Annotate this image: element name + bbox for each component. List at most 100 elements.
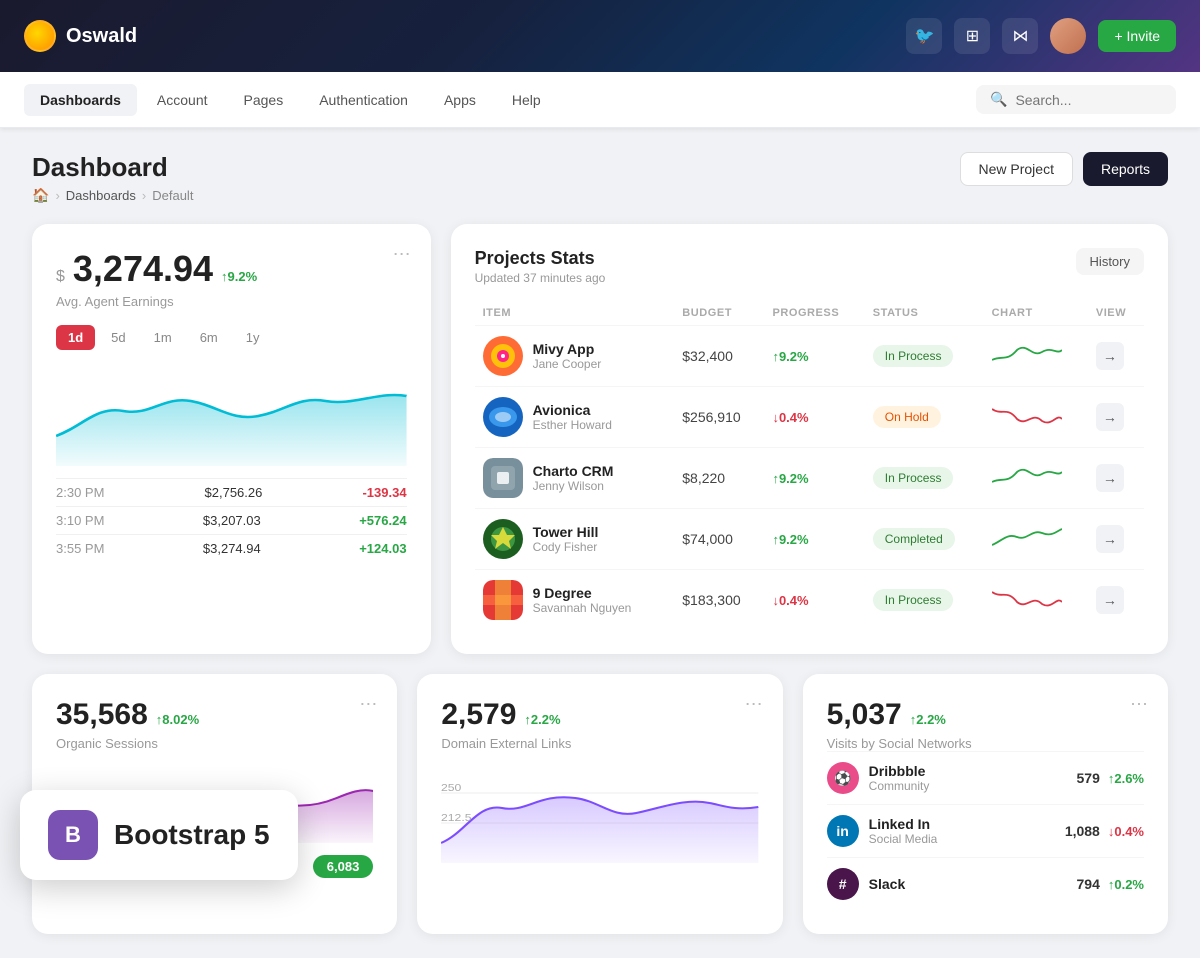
breadcrumb-sep-1: › <box>55 188 59 203</box>
social-badge: ↑2.2% <box>910 712 946 727</box>
nav-item-help[interactable]: Help <box>496 84 557 116</box>
mask-icon[interactable]: 🐦 <box>906 18 942 54</box>
organic-badge: ↑8.02% <box>156 712 199 727</box>
bootstrap-icon: B <box>48 810 98 860</box>
history-button[interactable]: History <box>1076 248 1144 275</box>
page-header-left: Dashboard 🏠 › Dashboards › Default <box>32 152 193 204</box>
nav-item-authentication[interactable]: Authentication <box>303 84 424 116</box>
row-status: In Process <box>865 448 984 509</box>
table-row: Avionica Esther Howard $256,910 ↓0.4% On… <box>475 387 1144 448</box>
external-amount-row: 2,579 ↑2.2% <box>441 698 758 732</box>
view-button[interactable]: → <box>1096 403 1124 431</box>
view-button[interactable]: → <box>1096 525 1124 553</box>
social-row-linkedin: in Linked In Social Media 1,088 ↓0.4% <box>827 804 1144 857</box>
view-button[interactable]: → <box>1096 342 1124 370</box>
social-info: Slack <box>869 876 906 892</box>
page-header: Dashboard 🏠 › Dashboards › Default New P… <box>32 152 1168 204</box>
project-item: Avionica Esther Howard <box>483 397 667 437</box>
row-status: On Hold <box>865 387 984 448</box>
avatar-image <box>1050 18 1086 54</box>
svg-text:250: 250 <box>441 783 461 794</box>
row-view[interactable]: → <box>1088 326 1144 387</box>
filter-6m[interactable]: 6m <box>188 325 230 350</box>
projects-title-area: Projects Stats Updated 37 minutes ago <box>475 248 606 285</box>
col-item: ITEM <box>475 301 675 326</box>
reports-button[interactable]: Reports <box>1083 152 1168 186</box>
row-status: Completed <box>865 509 984 570</box>
home-icon: 🏠 <box>32 187 49 204</box>
projects-table-body: Mivy App Jane Cooper $32,400 ↑9.2% In Pr… <box>475 326 1144 631</box>
social-number: 5,037 <box>827 698 902 732</box>
row-view[interactable]: → <box>1088 387 1144 448</box>
external-label: Domain External Links <box>441 736 758 751</box>
social-menu[interactable]: ⋯ <box>1130 694 1148 715</box>
monitor-icon[interactable]: ⊞ <box>954 18 990 54</box>
organic-label: Organic Sessions <box>56 736 373 751</box>
header-actions: New Project Reports <box>960 152 1169 186</box>
filter-5d[interactable]: 5d <box>99 325 137 350</box>
row-status: In Process <box>865 570 984 631</box>
invite-button[interactable]: + Invite <box>1098 20 1176 52</box>
row-budget: $8,220 <box>674 448 764 509</box>
row-view[interactable]: → <box>1088 448 1144 509</box>
search-input[interactable] <box>1015 92 1162 108</box>
row-progress: ↑9.2% <box>764 509 864 570</box>
view-button[interactable]: → <box>1096 464 1124 492</box>
linkedin-icon: in <box>827 815 859 847</box>
projects-table: ITEM BUDGET PROGRESS STATUS CHART VIEW <box>475 301 1144 630</box>
filter-1d[interactable]: 1d <box>56 325 95 350</box>
projects-sub: Updated 37 minutes ago <box>475 271 606 285</box>
project-icon-mivy <box>483 336 523 376</box>
row-view[interactable]: → <box>1088 570 1144 631</box>
top-bar-right: 🐦 ⊞ ⋈ + Invite <box>906 18 1176 54</box>
row-progress: ↓0.4% <box>764 387 864 448</box>
organic-menu[interactable]: ⋯ <box>359 694 377 715</box>
nav-item-pages[interactable]: Pages <box>228 84 300 116</box>
nav-items: Dashboards Account Pages Authentication … <box>24 84 557 116</box>
social-row-slack: # Slack 794 ↑0.2% <box>827 857 1144 910</box>
row-budget: $256,910 <box>674 387 764 448</box>
bootstrap-text: Bootstrap 5 <box>114 819 270 851</box>
avatar[interactable] <box>1050 18 1086 54</box>
social-label: Visits by Social Networks <box>827 736 1144 751</box>
row-item: Mivy App Jane Cooper <box>475 326 675 387</box>
organic-amount-row: 35,568 ↑8.02% <box>56 698 373 732</box>
project-icon-tower <box>483 519 523 559</box>
external-menu[interactable]: ⋯ <box>745 694 763 715</box>
social-info: Dribbble Community <box>869 763 930 793</box>
external-number: 2,579 <box>441 698 516 732</box>
project-info: Avionica Esther Howard <box>533 402 612 432</box>
slack-icon: # <box>827 868 859 900</box>
nav-item-dashboards[interactable]: Dashboards <box>24 84 137 116</box>
share-icon[interactable]: ⋈ <box>1002 18 1038 54</box>
new-project-button[interactable]: New Project <box>960 152 1073 186</box>
currency-sign: $ <box>56 268 65 286</box>
breadcrumb-sep-2: › <box>142 188 146 203</box>
row-item: Charto CRM Jenny Wilson <box>475 448 675 509</box>
view-button[interactable]: → <box>1096 586 1124 614</box>
social-stats: 1,088 ↓0.4% <box>1065 823 1144 839</box>
nav-item-account[interactable]: Account <box>141 84 224 116</box>
filter-1y[interactable]: 1y <box>234 325 272 350</box>
earnings-menu[interactable]: ⋯ <box>393 244 411 265</box>
svg-text:212.5: 212.5 <box>441 813 472 824</box>
row-chart <box>984 387 1088 448</box>
breadcrumb-default: Default <box>152 188 193 203</box>
row-view[interactable]: → <box>1088 509 1144 570</box>
row-progress: ↑9.2% <box>764 326 864 387</box>
external-links-card: ⋯ 2,579 ↑2.2% Domain External Links <box>417 674 782 934</box>
nav-item-apps[interactable]: Apps <box>428 84 492 116</box>
row-budget: $183,300 <box>674 570 764 631</box>
row-chart <box>984 448 1088 509</box>
row-chart <box>984 509 1088 570</box>
breadcrumb-dashboards[interactable]: Dashboards <box>66 188 136 203</box>
filter-1m[interactable]: 1m <box>142 325 184 350</box>
project-item: 9 Degree Savannah Nguyen <box>483 580 667 620</box>
data-row-3: 3:55 PM $3,274.94 +124.03 <box>56 534 407 562</box>
social-left: ⚽ Dribbble Community <box>827 762 930 794</box>
row-chart <box>984 326 1088 387</box>
earnings-amount-row: $ 3,274.94 ↑9.2% <box>56 248 407 290</box>
project-item: Mivy App Jane Cooper <box>483 336 667 376</box>
project-info: Charto CRM Jenny Wilson <box>533 463 614 493</box>
col-progress: PROGRESS <box>764 301 864 326</box>
